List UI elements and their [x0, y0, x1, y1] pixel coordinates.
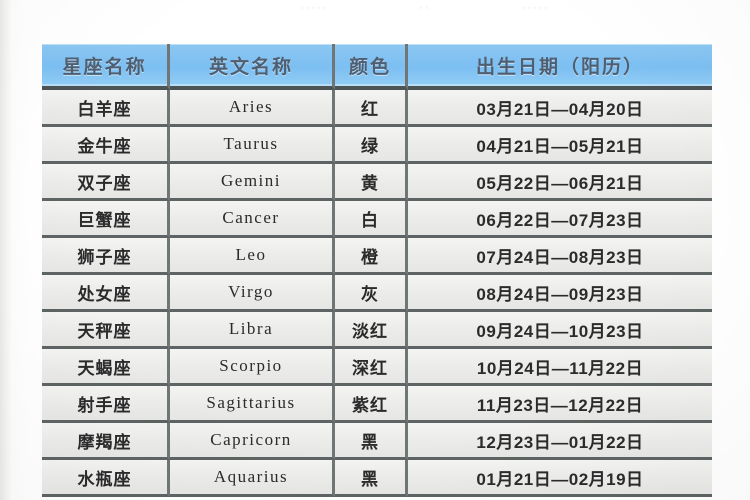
cell-color: 黑 — [335, 460, 408, 497]
cell-date: 10月24日—11月22日 — [408, 349, 712, 386]
page-left-edge-fade — [11, 0, 29, 500]
cell-date: 11月23日—12月22日 — [408, 386, 712, 423]
table-row: 处女座 Virgo 灰 08月24日—09月23日 — [42, 275, 712, 312]
cell-date: 03月21日—04月20日 — [408, 90, 712, 127]
cell-en: Scorpio — [170, 349, 335, 386]
cell-en: Leo — [170, 238, 335, 275]
cell-en: Taurus — [170, 127, 335, 164]
column-header-color: 颜色 — [335, 44, 408, 90]
cell-name: 射手座 — [42, 386, 170, 423]
cell-en: Virgo — [170, 275, 335, 312]
cell-name: 金牛座 — [42, 127, 170, 164]
remnant-mark-2: ·· — [419, 2, 431, 14]
remnant-mark-3: ····· — [521, 2, 550, 14]
column-header-birth-date: 出生日期（阳历） — [408, 44, 712, 90]
cell-date: 04月21日—05月21日 — [408, 127, 712, 164]
cell-color: 橙 — [335, 238, 408, 275]
cell-color: 淡红 — [335, 312, 408, 349]
cell-color: 黄 — [335, 164, 408, 201]
page-left-edge-shadow — [0, 0, 11, 500]
remnant-mark-1: ····· — [300, 2, 329, 14]
cell-en: Cancer — [170, 201, 335, 238]
table-body: 白羊座 Aries 红 03月21日—04月20日 金牛座 Taurus 绿 04月21日—0… — [42, 90, 712, 497]
cell-color: 紫红 — [335, 386, 408, 423]
cell-name: 狮子座 — [42, 238, 170, 275]
table-header-row: 星座名称 英文名称 颜色 出生日期（阳历） — [42, 44, 712, 90]
table-row: 狮子座 Leo 橙 07月24日—08月23日 — [42, 238, 712, 275]
table-row: 巨蟹座 Cancer 白 06月22日—07月23日 — [42, 201, 712, 238]
cell-date: 07月24日—08月23日 — [408, 238, 712, 275]
cell-en: Sagittarius — [170, 386, 335, 423]
table-row: 摩羯座 Capricorn 黑 12月23日—01月22日 — [42, 423, 712, 460]
cell-name: 巨蟹座 — [42, 201, 170, 238]
cell-color: 黑 — [335, 423, 408, 460]
cell-name: 天秤座 — [42, 312, 170, 349]
table-row: 双子座 Gemini 黄 05月22日—06月21日 — [42, 164, 712, 201]
table-row: 射手座 Sagittarius 紫红 11月23日—12月22日 — [42, 386, 712, 423]
top-cropped-heading-remnant: ····· ·· ····· — [300, 1, 550, 14]
table-row: 天秤座 Libra 淡红 09月24日—10月23日 — [42, 312, 712, 349]
zodiac-reference-table: 星座名称 英文名称 颜色 出生日期（阳历） 白羊座 Aries 红 03月21日—04… — [42, 44, 712, 497]
zodiac-table-container: 星座名称 英文名称 颜色 出生日期（阳历） 白羊座 Aries 红 03月21日—04… — [42, 44, 712, 497]
cell-name: 天蝎座 — [42, 349, 170, 386]
cell-en: Gemini — [170, 164, 335, 201]
cell-color: 红 — [335, 90, 408, 127]
column-header-english-name: 英文名称 — [170, 44, 335, 90]
cell-en: Libra — [170, 312, 335, 349]
cell-date: 09月24日—10月23日 — [408, 312, 712, 349]
column-header-zodiac-name: 星座名称 — [42, 44, 170, 90]
cell-color: 白 — [335, 201, 408, 238]
cell-en: Aries — [170, 90, 335, 127]
cell-color: 深红 — [335, 349, 408, 386]
cell-name: 摩羯座 — [42, 423, 170, 460]
cell-color: 绿 — [335, 127, 408, 164]
table-row: 白羊座 Aries 红 03月21日—04月20日 — [42, 90, 712, 127]
cell-en: Aquarius — [170, 460, 335, 497]
cell-name: 处女座 — [42, 275, 170, 312]
cell-en: Capricorn — [170, 423, 335, 460]
table-row: 天蝎座 Scorpio 深红 10月24日—11月22日 — [42, 349, 712, 386]
cell-date: 08月24日—09月23日 — [408, 275, 712, 312]
cell-date: 05月22日—06月21日 — [408, 164, 712, 201]
table-row: 金牛座 Taurus 绿 04月21日—05月21日 — [42, 127, 712, 164]
cell-date: 12月23日—01月22日 — [408, 423, 712, 460]
cell-name: 水瓶座 — [42, 460, 170, 497]
cell-color: 灰 — [335, 275, 408, 312]
table-row: 水瓶座 Aquarius 黑 01月21日—02月19日 — [42, 460, 712, 497]
table-header: 星座名称 英文名称 颜色 出生日期（阳历） — [42, 44, 712, 90]
cell-date: 01月21日—02月19日 — [408, 460, 712, 497]
cell-name: 双子座 — [42, 164, 170, 201]
cell-date: 06月22日—07月23日 — [408, 201, 712, 238]
cell-name: 白羊座 — [42, 90, 170, 127]
